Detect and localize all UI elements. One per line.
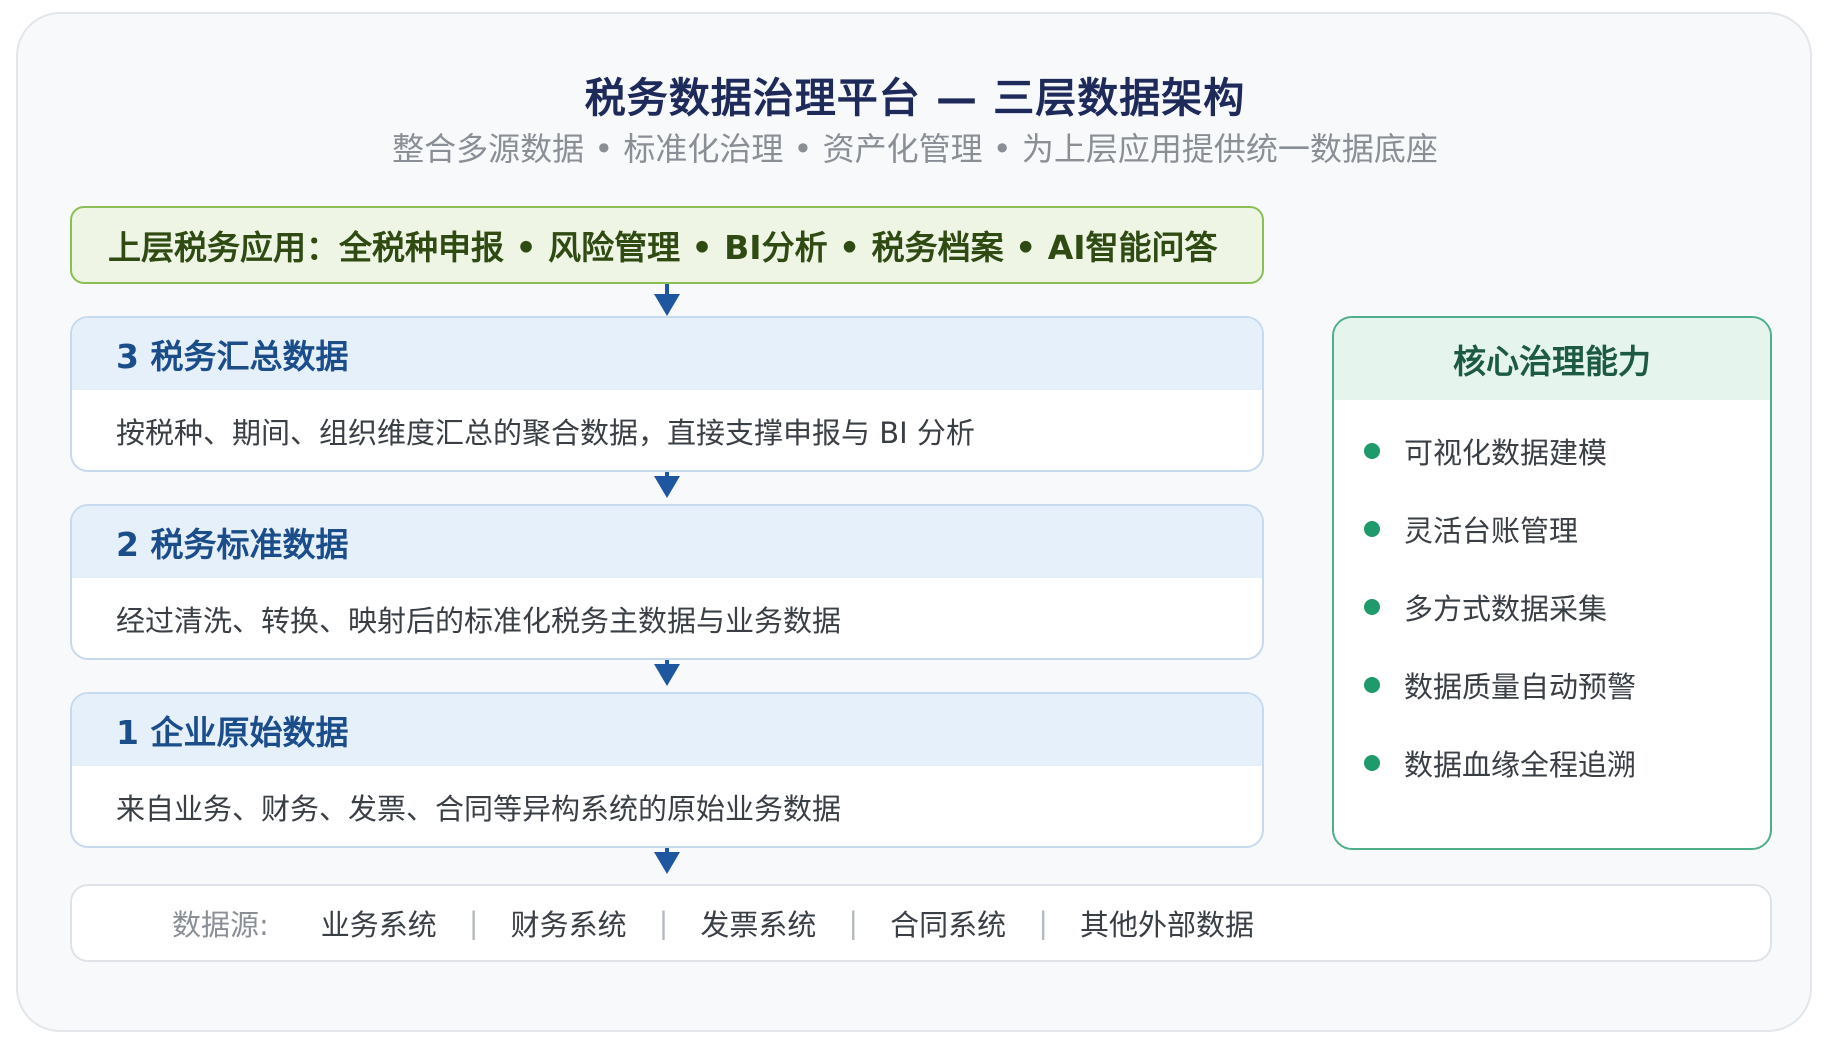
data-source-separator: | — [1038, 906, 1048, 940]
data-source-item: 财务系统 — [510, 908, 627, 942]
data-sources-bar: 数据源: 业务系统 | 财务系统 | 发票系统 | 合同系统 | 其他外部数据 — [70, 884, 1772, 962]
layer-3-description: 按税种、期间、组织维度汇总的聚合数据，直接支撑申报与 BI 分析 — [116, 416, 975, 450]
layer-1-raw-data: 1 企业原始数据 来自业务、财务、发票、合同等异构系统的原始业务数据 — [70, 692, 1264, 848]
upper-apps-text: 上层税务应用：全税种申报 • 风险管理 • BI分析 • 税务档案 • AI智能… — [108, 228, 1218, 267]
layer-2-standard-data: 2 税务标准数据 经过清洗、转换、映射后的标准化税务主数据与业务数据 — [70, 504, 1264, 660]
bullet-dot-icon — [1364, 443, 1380, 459]
data-source-item: 业务系统 — [320, 908, 437, 942]
core-capabilities-panel: 核心治理能力 可视化数据建模 灵活台账管理 多方式数据采集 数据质量自动预警 数… — [1332, 316, 1772, 850]
data-source-separator: | — [658, 906, 669, 940]
layer-3-summary-data: 3 税务汇总数据 按税种、期间、组织维度汇总的聚合数据，直接支撑申报与 BI 分… — [70, 316, 1264, 472]
capability-label: 灵活台账管理 — [1404, 514, 1579, 548]
page-subtitle: 整合多源数据 • 标准化治理 • 资产化管理 • 为上层应用提供统一数据底座 — [392, 130, 1438, 168]
bullet-dot-icon — [1364, 521, 1380, 537]
data-source-item: 合同系统 — [890, 908, 1007, 942]
layer-2-description: 经过清洗、转换、映射后的标准化税务主数据与业务数据 — [116, 604, 842, 638]
bullet-dot-icon — [1364, 599, 1380, 615]
data-source-item: 其他外部数据 — [1079, 908, 1254, 942]
page-title: 税务数据治理平台 — 三层数据架构 — [584, 74, 1246, 122]
bullet-dot-icon — [1364, 755, 1380, 771]
capability-label: 数据血缘全程追溯 — [1404, 748, 1637, 782]
core-capabilities-title: 核心治理能力 — [1334, 318, 1770, 400]
data-source-item: 发票系统 — [700, 908, 817, 942]
layer-3-title: 3 税务汇总数据 — [72, 318, 1262, 390]
capability-label: 多方式数据采集 — [1404, 592, 1608, 626]
layer-2-title: 2 税务标准数据 — [72, 506, 1262, 578]
capability-item: 灵活台账管理 — [1364, 508, 1578, 550]
capability-label: 数据质量自动预警 — [1404, 670, 1637, 704]
data-source-separator: | — [468, 906, 479, 940]
layer-1-title: 1 企业原始数据 — [72, 694, 1262, 766]
data-sources-label: 数据源: — [172, 908, 269, 942]
layer-1-description: 来自业务、财务、发票、合同等异构系统的原始业务数据 — [116, 792, 842, 826]
upper-apps-bar: 上层税务应用：全税种申报 • 风险管理 • BI分析 • 税务档案 • AI智能… — [70, 206, 1264, 284]
bullet-dot-icon — [1364, 677, 1380, 693]
capability-item: 多方式数据采集 — [1364, 586, 1607, 628]
capability-item: 可视化数据建模 — [1364, 430, 1607, 472]
capability-label: 可视化数据建模 — [1404, 436, 1608, 470]
capability-item: 数据质量自动预警 — [1364, 664, 1636, 706]
capability-item: 数据血缘全程追溯 — [1364, 742, 1636, 784]
data-source-separator: | — [848, 906, 859, 940]
